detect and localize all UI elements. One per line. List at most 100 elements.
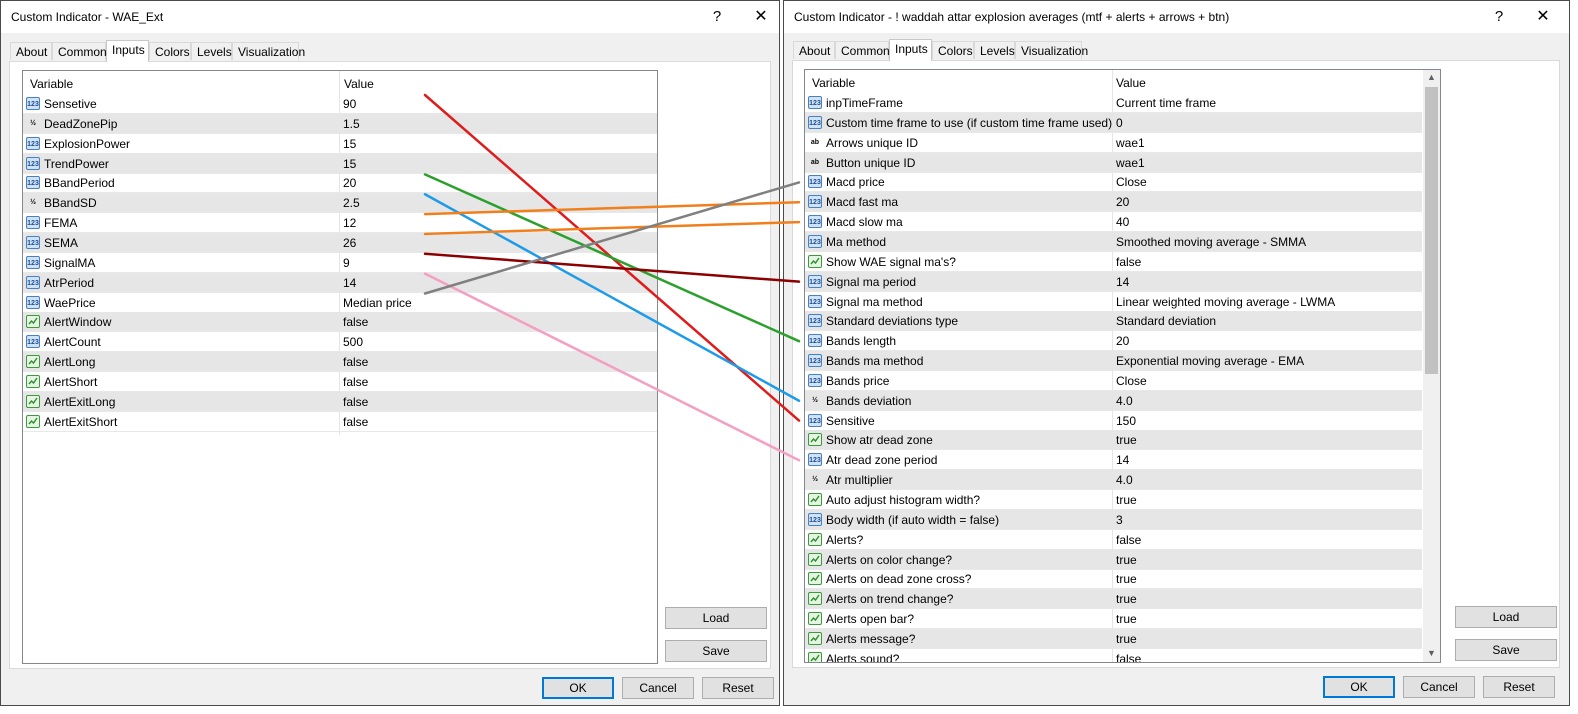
reset-button[interactable]: Reset: [1483, 676, 1555, 698]
variable-value[interactable]: 2.5: [343, 196, 360, 210]
variable-value[interactable]: 14: [343, 276, 356, 290]
variable-value[interactable]: true: [1116, 433, 1137, 447]
tab-levels[interactable]: Levels: [191, 42, 232, 60]
table-row[interactable]: 123 ExplosionPower 15: [23, 134, 657, 154]
table-row[interactable]: 123 Macd fast ma 20: [805, 192, 1422, 213]
variable-value[interactable]: 14: [1116, 275, 1129, 289]
variable-value[interactable]: 15: [343, 137, 356, 151]
right-title-bar[interactable]: Custom Indicator - ! waddah attar explos…: [784, 1, 1569, 33]
table-row[interactable]: Alerts on dead zone cross? true: [805, 569, 1422, 590]
vertical-scrollbar[interactable]: ▲ ▼: [1423, 70, 1440, 662]
save-button[interactable]: Save: [665, 640, 767, 662]
tab-colors[interactable]: Colors: [932, 41, 974, 59]
column-header-variable[interactable]: Variable: [30, 77, 73, 91]
table-row[interactable]: Alerts message? true: [805, 628, 1422, 649]
reset-button[interactable]: Reset: [702, 677, 774, 699]
scrollbar-thumb[interactable]: [1425, 87, 1438, 374]
table-row[interactable]: 123 Bands price Close: [805, 371, 1422, 391]
variable-value[interactable]: 14: [1116, 453, 1129, 467]
table-row[interactable]: Alerts open bar? true: [805, 609, 1422, 630]
table-row[interactable]: ½ Bands deviation 4.0: [805, 390, 1422, 411]
variable-value[interactable]: false: [1116, 533, 1141, 547]
table-row[interactable]: ½ BBandSD 2.5: [23, 193, 657, 214]
table-row[interactable]: 123 AtrPeriod 14: [23, 272, 657, 293]
variable-value[interactable]: wae1: [1116, 136, 1145, 150]
tab-common[interactable]: Common: [52, 42, 107, 60]
variable-value[interactable]: false: [343, 315, 368, 329]
variable-value[interactable]: 150: [1116, 414, 1136, 428]
tab-about[interactable]: About: [10, 42, 52, 60]
table-row[interactable]: Alerts on color change? true: [805, 549, 1422, 570]
table-row[interactable]: 123 Custom time frame to use (if custom t…: [805, 112, 1422, 133]
variable-value[interactable]: true: [1116, 553, 1137, 567]
variable-value[interactable]: 40: [1116, 215, 1129, 229]
table-row[interactable]: Alerts sound? false: [805, 649, 1422, 662]
variable-value[interactable]: 9: [343, 256, 350, 270]
table-row[interactable]: 123 BBandPeriod 20: [23, 173, 657, 194]
cancel-button[interactable]: Cancel: [622, 677, 694, 699]
table-row[interactable]: 123 Ma method Smoothed moving average - SM…: [805, 231, 1422, 252]
table-row[interactable]: 123 Standard deviations type Standard devi…: [805, 311, 1422, 332]
table-row[interactable]: Show atr dead zone true: [805, 430, 1422, 451]
table-row[interactable]: 123 SignalMA 9: [23, 253, 657, 273]
table-row[interactable]: AlertExitShort false: [23, 412, 657, 432]
column-header-value[interactable]: Value: [344, 77, 374, 91]
table-row[interactable]: 123 FEMA 12: [23, 213, 657, 234]
table-row[interactable]: 123 inpTimeFrame Current time frame: [805, 93, 1422, 113]
help-icon[interactable]: ?: [1489, 6, 1509, 28]
tab-common[interactable]: Common: [835, 41, 890, 59]
table-row[interactable]: 123 AlertCount 500: [23, 332, 657, 353]
table-row[interactable]: 123 TrendPower 15: [23, 153, 657, 174]
load-button[interactable]: Load: [665, 607, 767, 629]
table-row[interactable]: ab Arrows unique ID wae1: [805, 133, 1422, 153]
variable-value[interactable]: Close: [1116, 374, 1147, 388]
left-title-bar[interactable]: Custom Indicator - WAE_Ext ? ✕: [1, 1, 779, 33]
variable-value[interactable]: Current time frame: [1116, 96, 1216, 110]
variable-value[interactable]: true: [1116, 592, 1137, 606]
table-row[interactable]: AlertExitLong false: [23, 391, 657, 412]
table-row[interactable]: 123 Bands length 20: [805, 331, 1422, 352]
cancel-button[interactable]: Cancel: [1403, 676, 1475, 698]
column-header-variable[interactable]: Variable: [812, 76, 855, 90]
variable-value[interactable]: 20: [1116, 334, 1129, 348]
variable-value[interactable]: 4.0: [1116, 394, 1133, 408]
table-row[interactable]: ½ DeadZonePip 1.5: [23, 113, 657, 134]
variable-value[interactable]: Smoothed moving average - SMMA: [1116, 235, 1306, 249]
tab-visualization[interactable]: Visualization: [232, 42, 305, 60]
variable-value[interactable]: false: [1116, 255, 1141, 269]
variable-value[interactable]: false: [1116, 652, 1141, 662]
table-row[interactable]: Auto adjust histogram width? true: [805, 490, 1422, 510]
variable-value[interactable]: 1.5: [343, 117, 360, 131]
close-icon[interactable]: ✕: [750, 6, 772, 28]
variable-value[interactable]: true: [1116, 493, 1137, 507]
table-row[interactable]: ½ Atr multiplier 4.0: [805, 470, 1422, 491]
tab-inputs[interactable]: Inputs: [889, 39, 932, 61]
tab-levels[interactable]: Levels: [974, 41, 1015, 59]
table-row[interactable]: AlertShort false: [23, 372, 657, 392]
table-row[interactable]: AlertLong false: [23, 352, 657, 373]
column-header-value[interactable]: Value: [1116, 76, 1146, 90]
table-row[interactable]: AlertWindow false: [23, 312, 657, 333]
variable-value[interactable]: 4.0: [1116, 473, 1133, 487]
table-row[interactable]: 123 SEMA 26: [23, 232, 657, 253]
tab-colors[interactable]: Colors: [149, 42, 191, 60]
table-row[interactable]: 123 Bands ma method Exponential moving ave…: [805, 351, 1422, 372]
variable-value[interactable]: Standard deviation: [1116, 314, 1216, 328]
variable-value[interactable]: false: [343, 395, 368, 409]
variable-value[interactable]: 20: [343, 176, 356, 190]
table-row[interactable]: 123 Macd price Close: [805, 172, 1422, 193]
table-row[interactable]: 123 Macd slow ma 40: [805, 212, 1422, 233]
variable-value[interactable]: 12: [343, 216, 356, 230]
ok-button[interactable]: OK: [1323, 676, 1395, 698]
table-row[interactable]: 123 Atr dead zone period 14: [805, 450, 1422, 471]
table-row[interactable]: Alerts on trend change? true: [805, 589, 1422, 610]
help-icon[interactable]: ?: [707, 6, 727, 28]
variable-value[interactable]: Exponential moving average - EMA: [1116, 354, 1304, 368]
variable-value[interactable]: true: [1116, 632, 1137, 646]
scroll-down-arrow-icon[interactable]: ▼: [1423, 648, 1440, 658]
variable-value[interactable]: true: [1116, 612, 1137, 626]
variable-value[interactable]: Linear weighted moving average - LWMA: [1116, 295, 1335, 309]
variable-value[interactable]: 20: [1116, 195, 1129, 209]
table-row[interactable]: Alerts? false: [805, 530, 1422, 550]
variable-value[interactable]: true: [1116, 572, 1137, 586]
